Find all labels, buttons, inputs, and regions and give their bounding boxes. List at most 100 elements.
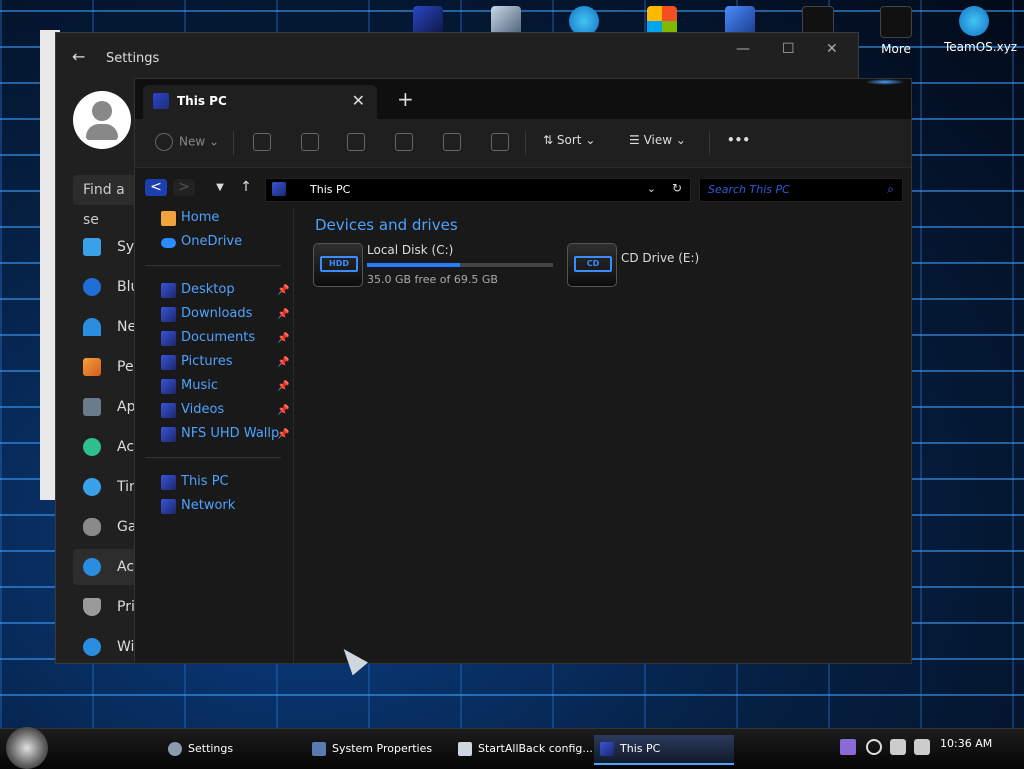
copy-button[interactable] [301,133,325,151]
videos-icon [161,403,176,418]
address-bar[interactable]: This PC ⌄ ↻ [265,178,691,202]
sort-button[interactable]: ⇅ Sort ⌄ [543,133,595,147]
view-button[interactable]: ☰ View ⌄ [629,133,686,147]
settings-nav-system[interactable]: Sys [73,229,143,265]
settings-nav-privacy[interactable]: Priv [73,589,143,625]
taskbar-item-label: This PC [620,742,661,755]
rename-button[interactable] [395,133,419,151]
share-button[interactable] [443,133,467,151]
settings-nav-network[interactable]: Ne [73,309,143,345]
sidebar-item-label: This PC [181,474,229,489]
settings-nav-label: Ap [117,399,136,415]
minimize-button[interactable]: — [736,41,750,57]
desktop-icon-label: More [881,42,911,56]
volume-muted-icon[interactable] [890,739,906,755]
avatar[interactable] [73,91,131,149]
drive-cd-e[interactable]: CD CD Drive (E:) [567,243,767,289]
network-icon [161,499,176,514]
navigation-pane: Home OneDrive Desktop 📌 Downloads 📌 Docu… [135,207,294,663]
pictures-icon [161,355,176,370]
toolbar-divider [525,131,526,155]
close-button[interactable]: ✕ [826,41,838,57]
taskbar-item-this-pc[interactable]: This PC [594,735,734,765]
drive-local-disk-c[interactable]: HDD Local Disk (C:) 35.0 GB free of 69.5… [313,243,553,289]
apps-icon [83,398,101,416]
drive-usage-bar [367,263,553,267]
computer-icon [600,742,614,756]
cut-button[interactable] [253,133,277,151]
settings-nav-time[interactable]: Tin [73,469,143,505]
security-lock-icon[interactable] [914,739,930,755]
cd-drive-icon: CD [567,243,617,287]
toolbar-divider [709,131,710,155]
scissors-icon [253,133,271,151]
forward-button[interactable]: > [173,179,195,196]
pin-icon[interactable]: 📌 [277,309,289,320]
recent-locations-dropdown[interactable]: ▼ [209,179,231,196]
sort-arrows-icon: ⇅ [543,133,554,147]
monitor-icon [312,742,326,756]
settings-nav-personalization[interactable]: Per [73,349,143,385]
settings-title: Settings [106,51,160,66]
computer-icon [272,182,286,196]
settings-nav-gaming[interactable]: Ga [73,509,143,545]
more-options-button[interactable]: ••• [727,133,750,147]
content-pane: Devices and drives HDD Local Disk (C:) 3… [295,207,910,663]
maximize-button[interactable]: ☐ [782,41,795,57]
settings-nav-apps[interactable]: Ap [73,389,143,425]
globe-icon[interactable] [866,739,882,755]
brush-icon [83,358,101,376]
gamepad-icon [83,518,101,536]
pin-icon[interactable]: 📌 [277,333,289,344]
drive-badge: HDD [320,256,358,272]
delete-button[interactable] [491,133,515,151]
desktop-icon-more[interactable]: More [866,6,926,56]
pin-icon[interactable]: 📌 [277,357,289,368]
pin-icon[interactable]: 📌 [277,285,289,296]
monitor-icon [83,238,101,256]
settings-nav-windows-update[interactable]: Wi [73,629,143,665]
person-icon [83,438,101,456]
pin-icon[interactable]: 📌 [277,429,289,440]
taskbar-item-system-properties[interactable]: System Properties [306,735,454,763]
close-tab-icon[interactable]: ✕ [352,91,365,110]
search-input[interactable]: Search This PC ⌕ [699,178,903,202]
up-button[interactable]: ↑ [235,179,257,196]
settings-nav-accounts[interactable]: Acc [73,429,143,465]
new-tab-button[interactable]: + [397,87,414,111]
settings-search-input[interactable]: Find a se [73,175,143,228]
tab-this-pc[interactable]: This PC ✕ [143,85,377,119]
documents-icon [161,331,176,346]
sidebar-item-label: Music [181,378,218,393]
hdd-icon: HDD [313,243,363,287]
desktop-icon [161,283,176,298]
search-placeholder: Search This PC [708,183,790,196]
sidebar-item-label: Videos [181,402,225,417]
feather-icon[interactable] [840,739,856,755]
sidebar-divider [145,457,281,458]
desktop-icon-teamos[interactable]: TeamOS.xyz [944,6,1017,54]
toolbar-divider [233,131,234,155]
sidebar-item-label: Downloads [181,306,253,321]
settings-nav-bluetooth[interactable]: Blu [73,269,143,305]
drive-name: CD Drive (E:) [621,251,700,265]
refresh-icon[interactable]: ↻ [672,181,682,195]
address-dropdown-icon[interactable]: ⌄ [647,182,656,195]
pin-icon[interactable]: 📌 [277,405,289,416]
tab-title: This PC [177,94,227,108]
explorer-window: This PC ✕ + New ⌄ ⇅ Sort ⌄ ☰ View ⌄ ••• … [134,78,912,664]
back-arrow-icon[interactable]: ← [72,47,85,66]
taskbar-item-startallback[interactable]: StartAllBack config... [452,735,594,763]
clock[interactable]: 10:36 AM [940,737,992,750]
sidebar-item-label: Desktop [181,282,235,297]
sidebar-item-label: Home [181,210,220,225]
taskbar-item-settings[interactable]: Settings [160,735,308,763]
settings-nav-accessibility[interactable]: Acc [73,549,143,585]
paste-button[interactable] [347,133,371,151]
new-button[interactable]: New ⌄ [155,133,219,151]
pin-icon[interactable]: 📌 [277,381,289,392]
start-button[interactable] [6,727,48,769]
back-button[interactable]: < [145,179,167,196]
gear-icon [168,742,182,756]
sort-label: Sort [556,133,582,147]
